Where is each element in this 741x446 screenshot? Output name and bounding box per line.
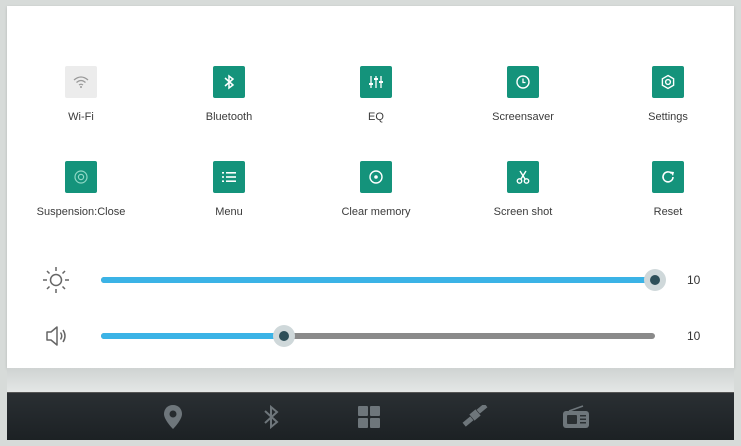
bluetooth-tile[interactable]: Bluetooth: [169, 66, 289, 123]
apps-grid-icon[interactable]: [353, 401, 385, 433]
volume-value: 10: [687, 329, 701, 343]
reset-tile[interactable]: Reset: [608, 161, 728, 218]
volume-fill: [101, 333, 284, 339]
screenshot-tile[interactable]: Screen shot: [463, 161, 583, 218]
eq-tile[interactable]: EQ: [316, 66, 436, 123]
wifi-tile[interactable]: Wi-Fi: [21, 66, 141, 123]
bluetooth-label: Bluetooth: [205, 111, 253, 123]
speaker-icon: [41, 321, 71, 351]
volume-row: 10: [7, 321, 734, 351]
screensaver-label: Screensaver: [492, 111, 554, 123]
refresh-icon: [652, 161, 684, 193]
clear-memory-tile[interactable]: Clear memory: [316, 161, 436, 218]
volume-thumb[interactable]: [272, 325, 295, 347]
screensaver-tile[interactable]: Screensaver: [463, 66, 583, 123]
volume-slider[interactable]: [101, 325, 655, 347]
brightness-slider[interactable]: [101, 269, 666, 291]
clear-memory-label: Clear memory: [341, 206, 411, 218]
scissors-icon: [507, 161, 539, 193]
suspension-tile[interactable]: Suspension:Close: [21, 161, 141, 218]
sun-icon: [41, 265, 71, 295]
screenshot-label: Screen shot: [493, 206, 553, 218]
eq-label: EQ: [368, 111, 384, 123]
reset-label: Reset: [653, 206, 683, 218]
quick-settings-panel: Wi-Fi Bluetooth EQ Screensaver Settings …: [7, 6, 734, 368]
clock-icon: [507, 66, 539, 98]
panel-divider: [7, 368, 734, 392]
brightness-row: 10: [7, 265, 734, 295]
settings-tile[interactable]: Settings: [608, 66, 728, 123]
bottom-dock: [7, 392, 734, 440]
settings-label: Settings: [648, 111, 688, 123]
wifi-icon: [65, 66, 97, 98]
brightness-value: 10: [687, 273, 701, 287]
gear-icon: [652, 66, 684, 98]
suspension-icon: [65, 161, 97, 193]
satellite-icon[interactable]: [459, 401, 491, 433]
suspension-label: Suspension:Close: [36, 206, 126, 218]
brightness-thumb[interactable]: [644, 269, 666, 291]
list-icon: [213, 161, 245, 193]
location-pin-icon[interactable]: [157, 401, 189, 433]
equalizer-icon: [360, 66, 392, 98]
bluetooth-icon[interactable]: [255, 401, 287, 433]
menu-label: Menu: [215, 206, 243, 218]
clear-memory-icon: [360, 161, 392, 193]
bluetooth-icon: [213, 66, 245, 98]
radio-icon[interactable]: [560, 401, 592, 433]
brightness-fill: [101, 277, 655, 283]
wifi-label: Wi-Fi: [68, 111, 94, 123]
menu-tile[interactable]: Menu: [169, 161, 289, 218]
